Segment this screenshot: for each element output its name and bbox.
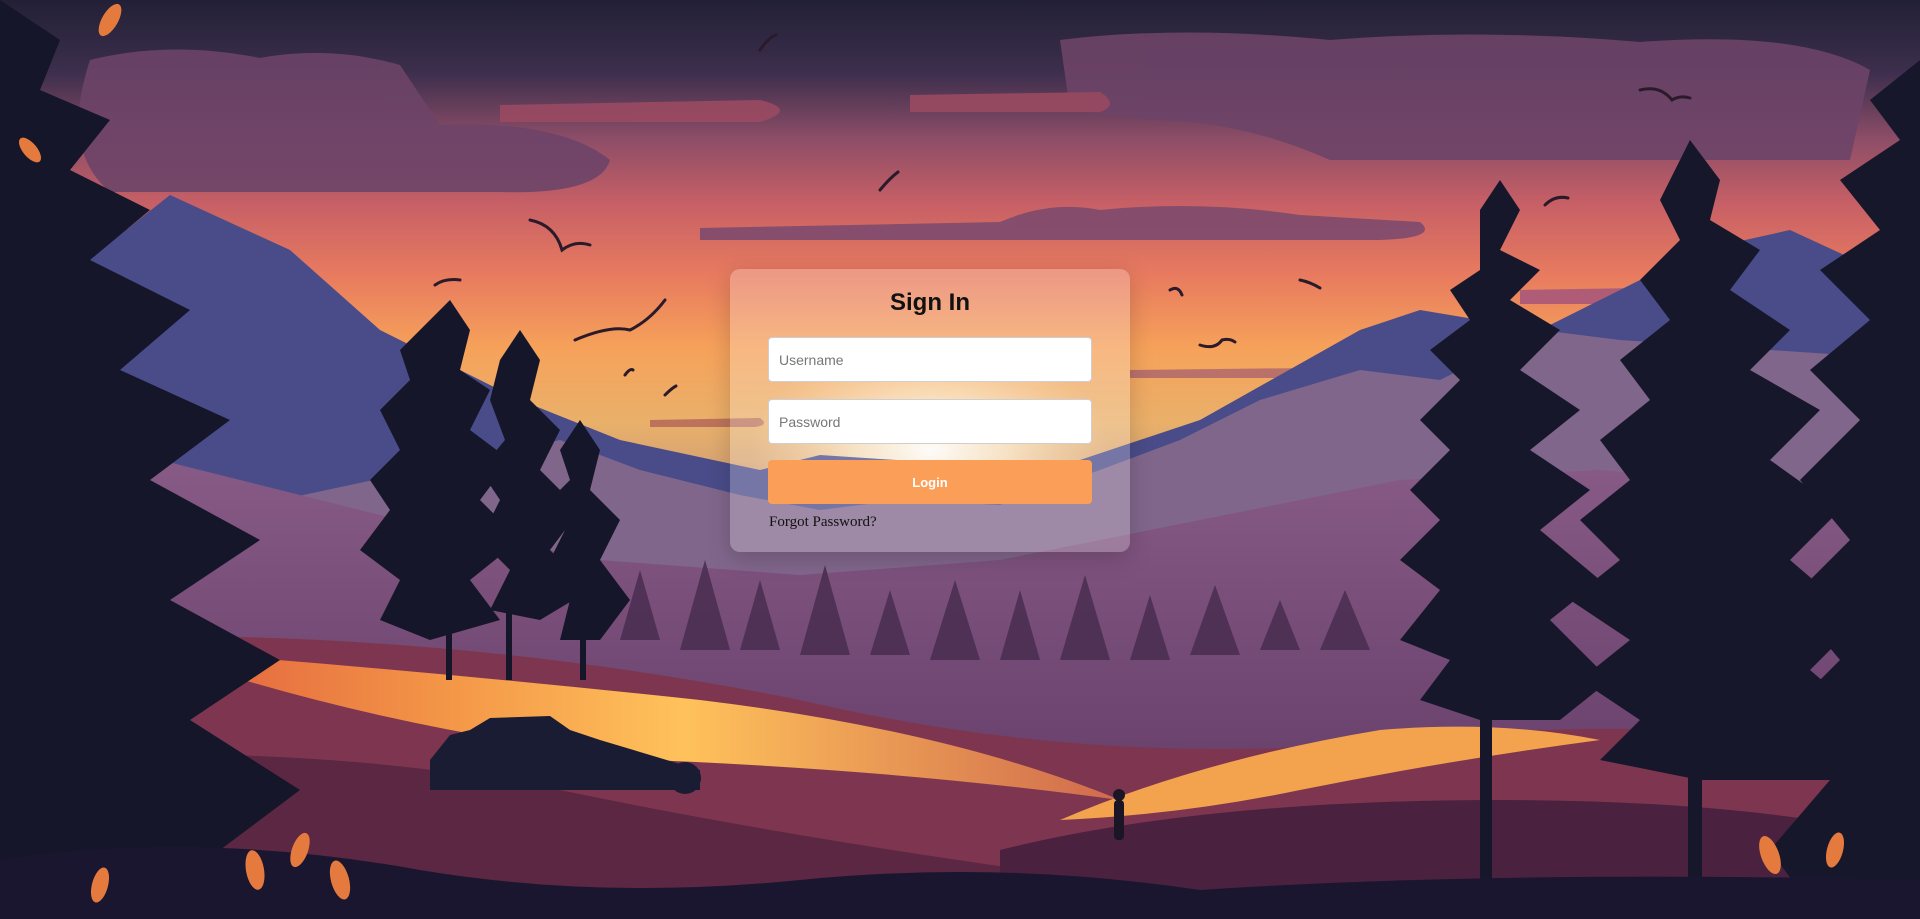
login-card: Sign In Login Forgot Password? — [730, 269, 1130, 552]
password-input[interactable] — [768, 399, 1092, 444]
sign-in-title: Sign In — [890, 289, 970, 316]
username-input[interactable] — [768, 337, 1092, 382]
forgot-password-link[interactable]: Forgot Password? — [769, 514, 877, 531]
login-button[interactable]: Login — [768, 460, 1092, 504]
hiker-silhouette — [1113, 789, 1125, 840]
